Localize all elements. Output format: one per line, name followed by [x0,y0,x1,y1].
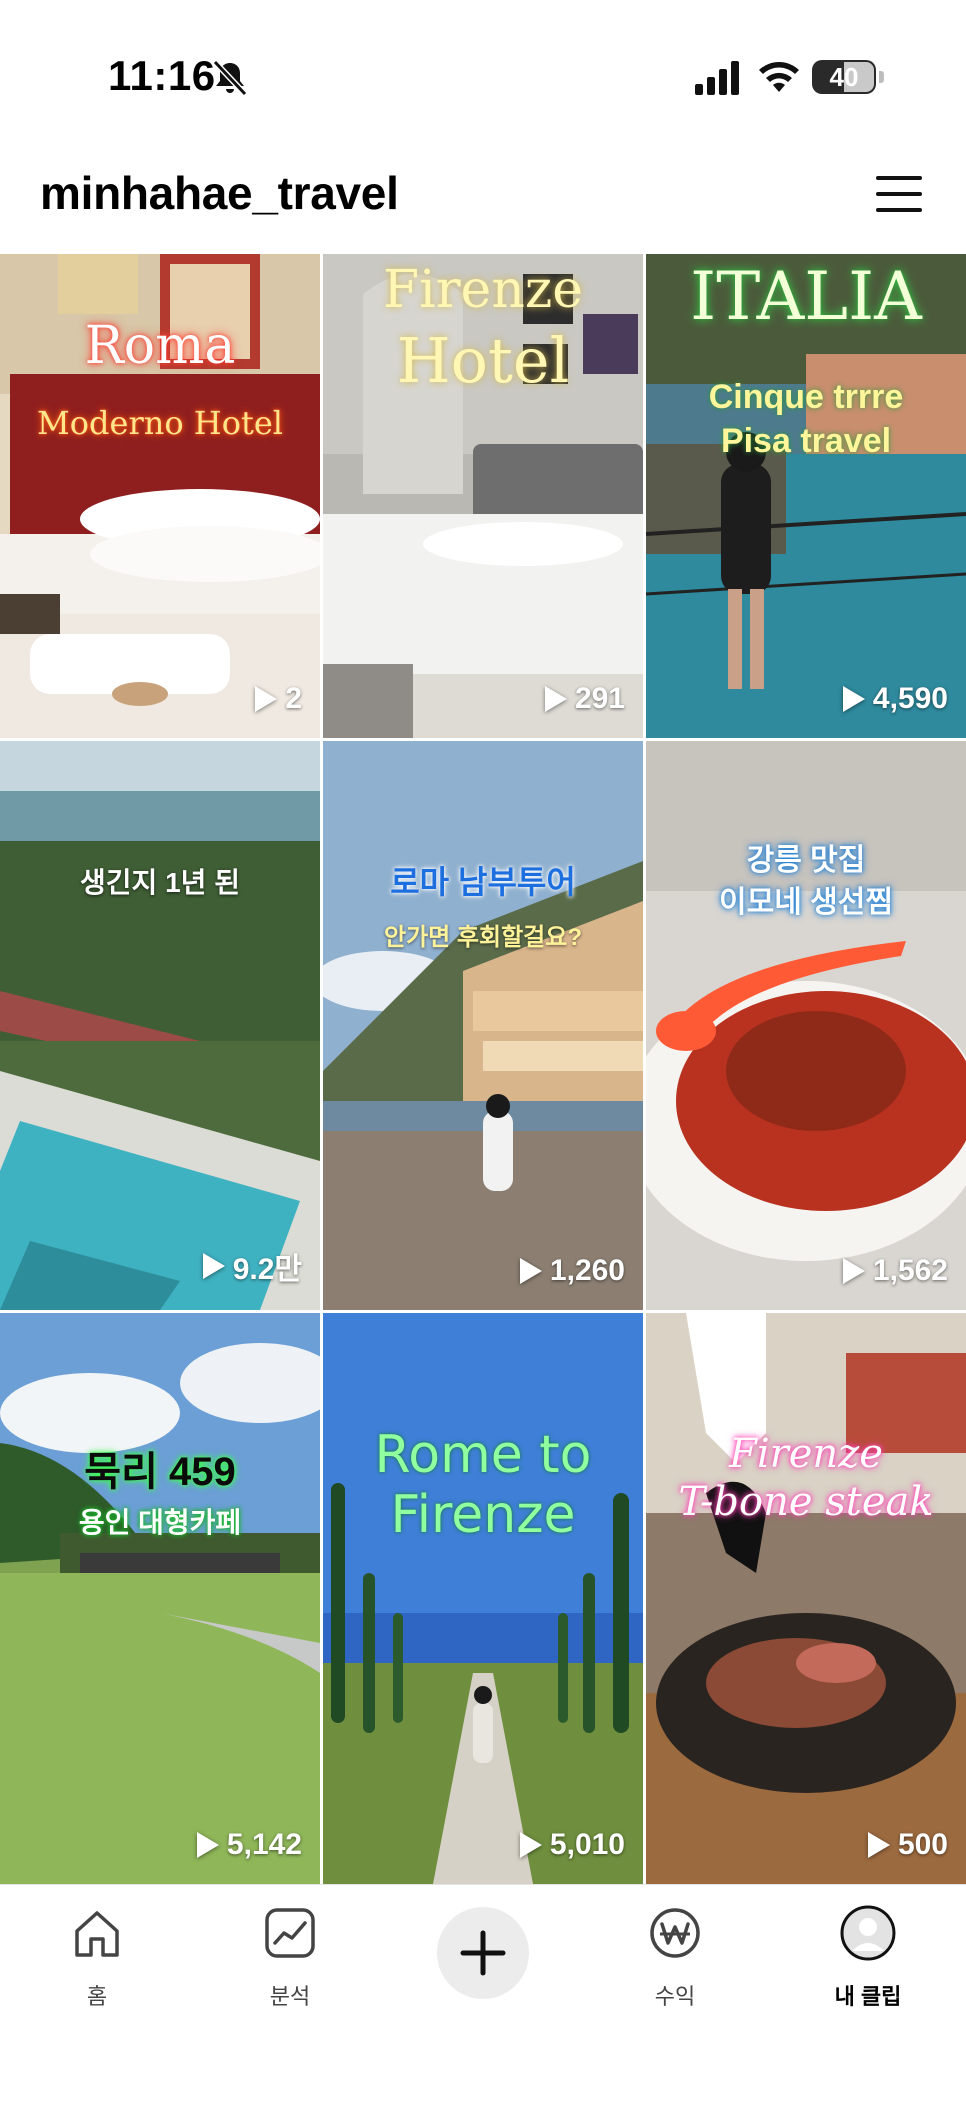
nav-item-analytics[interactable]: 분석 [225,1885,355,2015]
clip-title-line-1: Roma [84,316,236,376]
clip-thumbnail-italia[interactable]: ITALIA Cinque trrre Pisa travel 4,590 [646,254,966,738]
nav-item-my-clips[interactable]: 내 클립 [803,1885,933,2015]
play-count: 4,590 [842,682,948,716]
clip-grid: Roma Moderno Hotel 2 Firenze Hotel 291 I… [0,254,966,1884]
clip-title-line-1: ITALIA [690,258,922,335]
play-count-value: 5,010 [549,1828,625,1861]
play-count-value: 2 [285,682,302,715]
clip-title-line-1: 로마 남부투어 [390,864,576,900]
analytics-chart-icon [265,1908,315,1958]
battery-icon: 40 [812,60,884,96]
hamburger-menu-icon[interactable] [872,170,926,218]
nav-item-earnings[interactable]: 수익 [610,1885,740,2015]
clip-title-line-1: Rome to [374,1425,592,1485]
play-count-value: 1,260 [549,1254,625,1287]
play-icon [544,686,567,712]
clip-thumbnail-rome-to-firenze[interactable]: Rome to Firenze 5,010 [323,1313,643,1884]
play-count-value: 500 [897,1828,948,1861]
play-icon [519,1258,542,1284]
clip-title-line-1: 생긴지 1년 된 [80,867,240,898]
clip-image [646,1313,966,1884]
clip-thumbnail-mukri-cafe[interactable]: 묵리 459 용인 대형카페 5,142 [0,1313,320,1884]
clip-image [323,1313,643,1884]
cellular-signal-icon [695,61,739,95]
clip-image [0,741,320,1310]
plus-icon [460,1930,506,1976]
status-time: 11:16 [108,52,216,99]
clip-thumbnail-rome-south-tour[interactable]: 로마 남부투어 안가면 후회할걸요? 1,260 [323,741,643,1310]
clip-thumbnail-roma-hotel[interactable]: Roma Moderno Hotel 2 [0,254,320,738]
play-icon [867,1832,890,1858]
play-icon [202,1253,225,1279]
profile-header: minhahae_travel [0,150,966,254]
create-clip-button[interactable] [437,1907,529,1999]
nav-label-my-clips: 내 클립 [834,1984,902,2009]
clip-thumbnail-gangneung-restaurant[interactable]: 강릉 맛집 이모네 생선찜 1,562 [646,741,966,1310]
play-count-value: 4,590 [872,682,948,715]
play-count: 1,562 [842,1254,948,1288]
play-icon [196,1832,219,1858]
play-count: 5,142 [196,1828,302,1862]
clip-thumbnail-resort[interactable]: 생긴지 1년 된 9.2만 [0,741,320,1310]
play-count-value: 1,562 [872,1254,948,1287]
wifi-icon [759,62,799,92]
clip-title-line-2: 안가면 후회할걸요? [384,924,582,951]
play-icon [519,1832,542,1858]
clip-title-line-2: Cinque trrre [708,378,904,416]
clip-title-line-1: 강릉 맛집 [746,844,866,877]
clip-thumbnail-firenze-hotel[interactable]: Firenze Hotel 291 [323,254,643,738]
clip-title-line-1: Firenze [729,1431,883,1477]
won-currency-icon [650,1908,700,1958]
profile-name: minhahae_travel [40,167,399,219]
silent-bell-icon [212,59,248,97]
profile-avatar-icon [840,1905,896,1961]
clip-title-line-1: 묵리 459 [84,1450,236,1494]
play-icon [842,686,865,712]
clip-title-line-2: T-bone steak [678,1479,934,1525]
play-count: 500 [867,1828,948,1862]
nav-label-home: 홈 [86,1984,108,2009]
nav-label-earnings: 수익 [654,1984,696,2009]
play-icon [255,686,278,712]
home-icon [75,1911,119,1957]
bottom-navigation: 홈 분석 수익 내 클립 [0,1884,966,2101]
status-bar: 11:16 40 [0,0,966,150]
play-icon [842,1258,865,1284]
clip-title-line-2: 용인 대형카페 [78,1507,242,1538]
play-count: 291 [544,682,625,716]
clip-image [646,741,966,1310]
clip-title-line-1: Firenze [382,260,583,320]
play-count: 5,010 [519,1828,625,1862]
play-count-value: 5,142 [226,1828,302,1861]
clip-image [0,1313,320,1884]
battery-level: 40 [829,62,859,92]
nav-item-home[interactable]: 홈 [32,1885,162,2015]
play-count: 9.2만 [202,1244,302,1288]
play-count: 2 [255,682,302,716]
clip-title-line-2: Moderno Hotel [37,404,283,442]
clip-title-line-2: Hotel [396,324,570,397]
clip-title-line-2: Firenze [390,1485,576,1545]
clip-thumbnail-firenze-tbone[interactable]: Firenze T-bone steak 500 [646,1313,966,1884]
clip-title-line-2: 이모네 생선찜 [719,886,893,919]
clip-title-line-3: Pisa travel [720,422,892,460]
play-count-value: 291 [574,682,625,715]
play-count: 1,260 [519,1254,625,1288]
play-count-value: 9.2만 [232,1253,302,1286]
nav-label-analytics: 분석 [269,1984,311,2009]
clip-image [323,741,643,1310]
